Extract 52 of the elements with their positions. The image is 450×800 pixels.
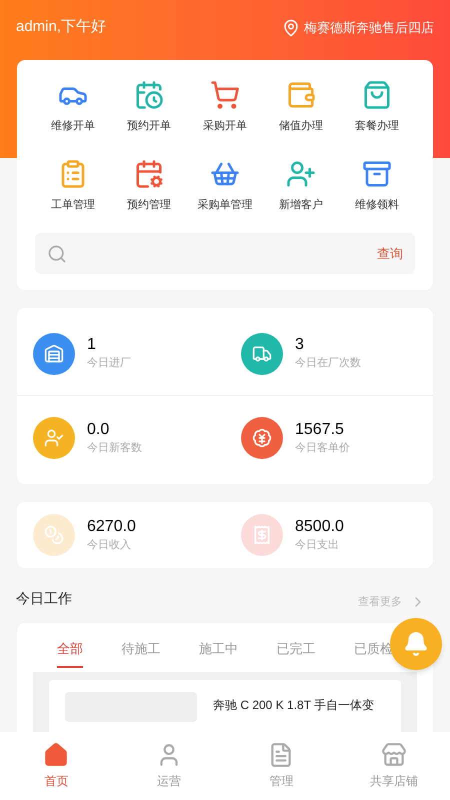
store-icon [380, 742, 407, 768]
stat-value: 1 [87, 335, 97, 356]
shortcut-button[interactable]: 维修领料 [339, 154, 415, 218]
calendar-clock-icon [134, 80, 164, 110]
stat-label: 今日收入 [87, 538, 132, 553]
stat-value: 3 [295, 335, 305, 356]
shortcut-button[interactable]: 预约管理 [111, 154, 187, 218]
stat-label: 今日客单价 [295, 440, 350, 456]
stat-value: 6270.0 [87, 516, 136, 537]
stat-label: 今日新客数 [87, 440, 142, 456]
shortcut-button[interactable]: 储值办理 [263, 76, 339, 139]
stat-label: 今日支出 [295, 538, 340, 553]
nav-tab[interactable]: 共享店铺 [338, 742, 450, 790]
search-field[interactable]: 查询 [35, 233, 415, 274]
search-icon [47, 244, 67, 264]
calendar-gear-icon [134, 158, 164, 189]
cart-icon [210, 80, 240, 110]
greeting: admin,下午好 [16, 17, 106, 38]
section-title: 今日工作 [16, 588, 72, 608]
work-item-card[interactable]: 奔驰 C 200 K 1.8T 手自一体变 [49, 680, 401, 732]
garage-icon [33, 332, 75, 375]
shortcut-button[interactable]: 维修开单 [35, 76, 111, 139]
stat-label: 今日在厂次数 [295, 356, 361, 372]
user-plus-icon [286, 158, 316, 189]
stat-label: 今日进厂 [87, 356, 131, 372]
nav-tab[interactable]: 首页 [0, 742, 112, 790]
location-pin-icon [282, 18, 300, 37]
archive-box-icon [362, 158, 392, 189]
status-tab[interactable]: 全部 [57, 638, 83, 668]
nav-tab[interactable]: 运营 [112, 742, 225, 790]
coins-icon [33, 514, 75, 556]
shopping-bag-icon [362, 80, 392, 110]
stat-value: 8500.0 [295, 516, 344, 537]
stat-value: 0.0 [87, 420, 110, 440]
house-icon [43, 742, 70, 768]
shortcut-button[interactable]: 采购开单 [187, 76, 263, 139]
status-tab[interactable]: 已完工 [276, 638, 316, 668]
bell-icon [403, 631, 429, 657]
shortcut-button[interactable]: 预约开单 [111, 76, 187, 139]
user-check-icon [33, 417, 75, 460]
shortcut-button[interactable]: 套餐办理 [339, 76, 415, 139]
nav-tab[interactable]: 管理 [225, 742, 338, 790]
status-tab[interactable]: 施工中 [199, 638, 238, 668]
stat-value: 1567.5 [295, 420, 345, 440]
store-name[interactable]: 梅赛德斯奔驰售后四店 [304, 18, 434, 38]
status-tab[interactable]: 待施工 [122, 638, 160, 668]
shortcut-button[interactable]: 工单管理 [35, 154, 111, 218]
receipt-icon [241, 514, 283, 556]
search-button[interactable]: 查询 [377, 244, 403, 264]
vehicle-title: 奔驰 C 200 K 1.8T 手自一体变 [213, 697, 374, 714]
shortcut-button[interactable]: 新增客户 [263, 154, 339, 218]
shortcut-button[interactable]: 采购单管理 [187, 154, 263, 218]
